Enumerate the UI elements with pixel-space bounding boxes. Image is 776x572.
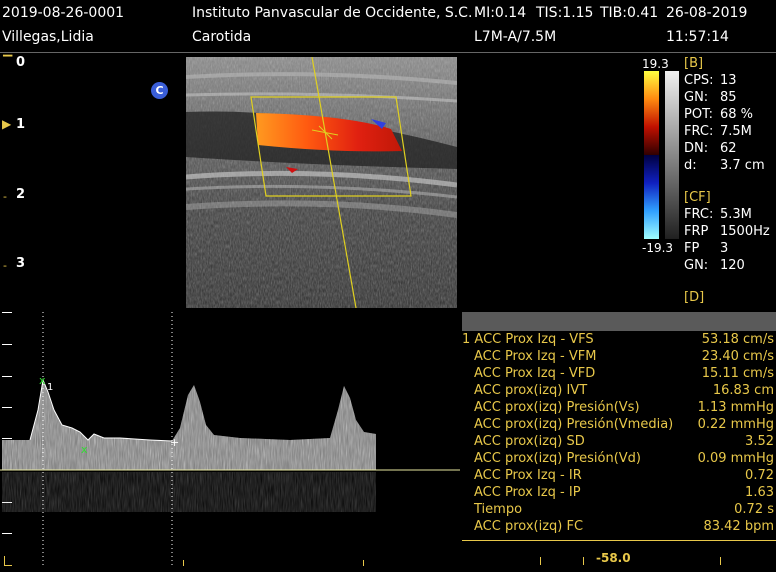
probe-name: L7M-A/7.5M (474, 29, 557, 45)
b-mode-params: CPS: 13 GN: 85 POT: 68 % FRC: 7.5M DN: 62 d: 3… (684, 73, 765, 175)
thermal-index-soft: TIS:1.15 (536, 5, 594, 21)
color-flow-title: [CF] (684, 190, 711, 205)
measurement-row[interactable]: ACC prox(izq) Presión(Vd) 0.09 mmHg (462, 451, 776, 468)
exam-date: 26-08-2019 (666, 5, 748, 21)
cursor-label: 1 (47, 382, 54, 393)
measurement-row[interactable]: 1 ACC Prox Izq - VFS 53.18 cm/s (462, 332, 776, 349)
velocity-scale-bottom: -58.0 (596, 551, 631, 565)
param-row: FRC: 7.5M (684, 124, 752, 139)
depth-label-0: 0 (16, 55, 26, 70)
depth-label-3: 3 (16, 256, 26, 271)
b-mode-title: [B] (684, 56, 704, 71)
focus-marker[interactable]: ▶ (2, 117, 11, 131)
measurement-row[interactable]: ACC prox(izq) IVT 16.83 cm (462, 383, 776, 400)
measurement-row[interactable]: ACC Prox Izq - IP 1.63 (462, 485, 776, 502)
param-row: FRC: 5.3M (684, 207, 752, 222)
measurement-underline (462, 540, 776, 541)
spectral-doppler: x x + 1 (0, 310, 460, 568)
param-row: d: 3.7 cm (684, 158, 765, 173)
param-row: POT: 68 % (684, 107, 754, 122)
ultrasound-image (186, 57, 457, 308)
study-name: Carotida (192, 29, 252, 45)
doppler-spectrum: x x + (0, 312, 460, 568)
doppler-title: [D] (684, 290, 705, 305)
depth-label-1: 1 (16, 117, 26, 132)
measurement-row[interactable]: ACC prox(izq) FC 83.42 bpm (462, 519, 776, 536)
parameters-panel: [B] CPS: 13 GN: 85 POT: 68 % FRC: 7.5M DN: 62… (684, 56, 776, 308)
param-row: CPS: 13 (684, 73, 737, 88)
param-row: FP 3 (684, 241, 729, 256)
measurement-row[interactable]: ACC Prox Izq - VFD 15.11 cm/s (462, 366, 776, 383)
patient-name: Villegas,Lidia (2, 29, 94, 45)
color-bar (644, 71, 659, 239)
time-axis-ticks (4, 556, 364, 566)
exam-id: 2019-08-26-0001 (2, 5, 125, 21)
measurement-row[interactable]: ACC prox(izq) Presión(Vmedia) 0.22 mmHg (462, 417, 776, 434)
header-divider (0, 52, 776, 53)
peak-caliper[interactable]: x (39, 374, 46, 387)
measurement-row[interactable]: ACC Prox Izq - IR 0.72 (462, 468, 776, 485)
image-badge: C (151, 82, 168, 99)
depth-scale: ▔ 0 ▶ 1 - 2 - 3 (2, 55, 26, 272)
param-row: FRP 1500Hz (684, 224, 770, 239)
mechanical-index: MI:0.14 (474, 5, 527, 21)
end-caliper[interactable]: + (170, 436, 179, 449)
param-row: GN: 85 (684, 90, 737, 105)
color-bar-min: -19.3 (642, 241, 674, 255)
color-bar-max: 19.3 (642, 57, 669, 71)
institution-name: Instituto Panvascular de Occidente, S.C. (192, 5, 473, 21)
measurement-row[interactable]: ACC prox(izq) SD 3.52 (462, 434, 776, 451)
measurement-row[interactable]: Tiempo 0.72 s (462, 502, 776, 519)
measurement-header-bar (462, 312, 776, 331)
depth-label-2: 2 (16, 187, 26, 202)
bmode-image (186, 57, 457, 308)
grayscale-bar (665, 71, 679, 239)
measurement-results: 1 ACC Prox Izq - VFS 53.18 cm/s ACC Prox … (462, 332, 776, 538)
color-flow-params: FRC: 5.3M FRP 1500Hz FP 3 GN: 120 (684, 207, 770, 275)
thermal-index-bone: TIB:0.41 (600, 5, 659, 21)
diastolic-caliper[interactable]: x (81, 443, 88, 456)
measurement-row[interactable]: ACC prox(izq) Presión(Vs) 1.13 mmHg (462, 400, 776, 417)
param-row: DN: 62 (684, 141, 737, 156)
measurement-row[interactable]: ACC Prox Izq - VFM 23.40 cm/s (462, 349, 776, 366)
param-row: GN: 120 (684, 258, 745, 273)
exam-time: 11:57:14 (666, 29, 729, 45)
